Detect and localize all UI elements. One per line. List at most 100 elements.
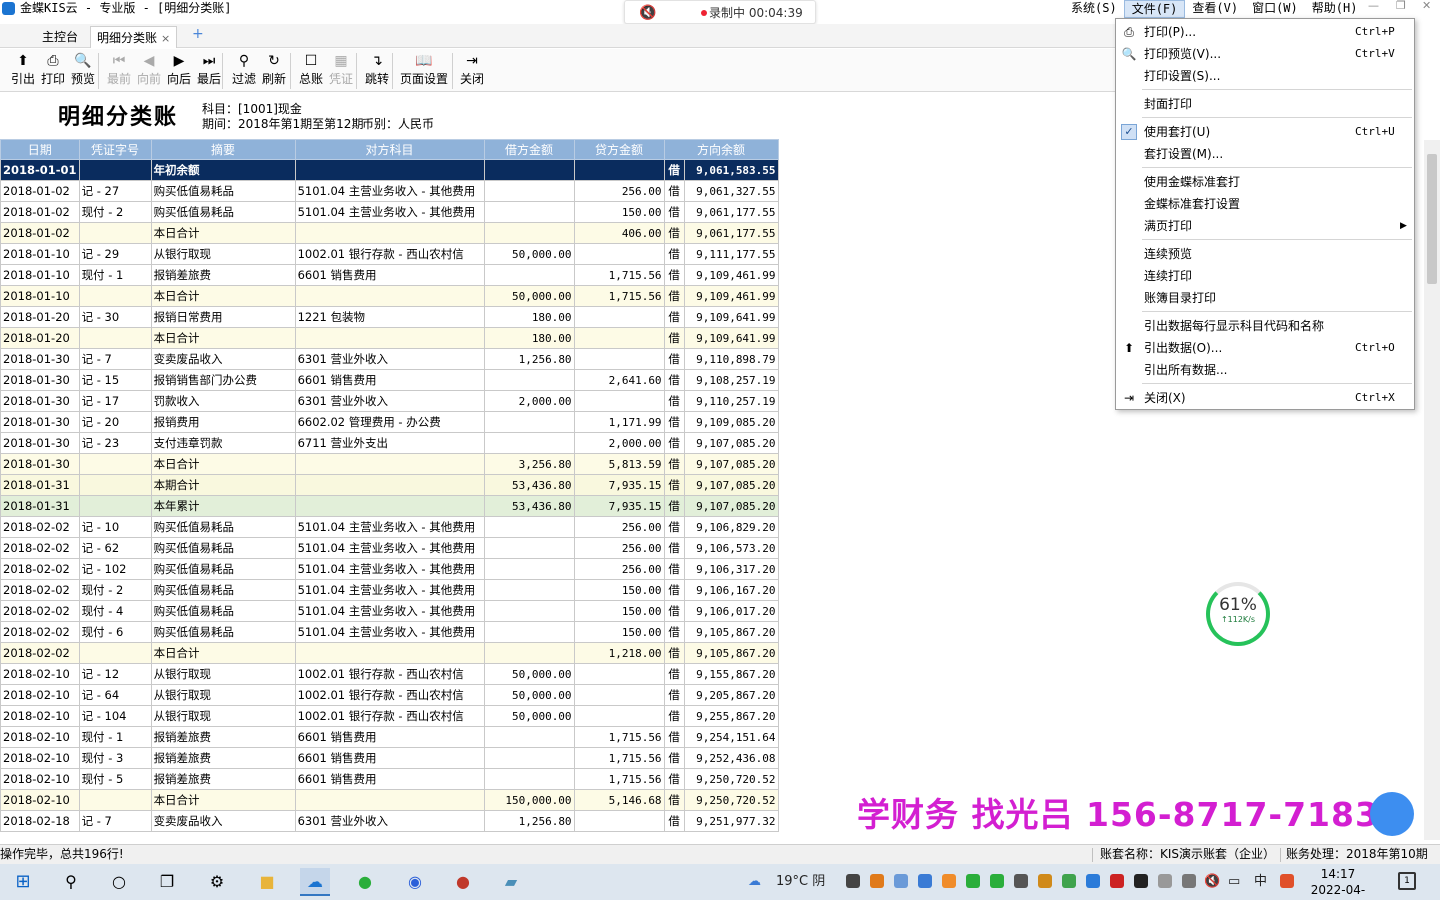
browser-icon[interactable]: ◉ xyxy=(400,868,430,896)
file-menu-item[interactable]: 连续打印 xyxy=(1117,265,1413,287)
file-menu-item[interactable]: ✓ 使用套打(U) Ctrl+U xyxy=(1117,121,1413,143)
file-menu-item[interactable]: 封面打印 xyxy=(1117,93,1413,115)
sogou-ime-icon[interactable] xyxy=(1280,874,1294,888)
menu-help[interactable]: 帮助(H) xyxy=(1305,0,1365,18)
column-header-debit[interactable]: 借方金额 xyxy=(483,139,575,160)
table-row[interactable]: 2018-01-10 本日合计 50,000.00 1,715.56 借 9,109,46… xyxy=(0,285,779,307)
table-row[interactable]: 2018-01-01 年初余额 借 9,061,583.55 xyxy=(0,159,779,181)
table-row[interactable]: 2018-01-30 记 - 7 变卖废品收入 6301 营业外收入 1,256.80 借… xyxy=(0,348,779,370)
column-header-date[interactable]: 日期 xyxy=(0,139,80,160)
kingdee-taskbar-icon[interactable]: ☁ xyxy=(300,868,330,896)
tray-wechat-icon[interactable] xyxy=(966,874,980,888)
column-header-credit[interactable]: 贷方金额 xyxy=(573,139,665,160)
toolbar-button-prev[interactable]: ◀ 向前 xyxy=(134,49,164,92)
toolbar-button-general-ledger[interactable]: ☐ 总账 xyxy=(296,49,326,92)
table-row[interactable]: 2018-01-20 记 - 30 报销日常费用 1221 包装物 180.00 借 9,1… xyxy=(0,306,779,328)
microphone-icon[interactable] xyxy=(846,874,860,888)
table-row[interactable]: 2018-01-20 本日合计 180.00 借 9,109,641.99 xyxy=(0,327,779,349)
table-row[interactable]: 2018-02-10 现付 - 3 报销差旅费 6601 销售费用 1,715.56 借 9… xyxy=(0,747,779,769)
tab-detail-ledger[interactable]: 明细分类账 × xyxy=(90,26,178,48)
table-row[interactable]: 2018-02-18 记 - 7 变卖废品收入 6301 营业外收入 1,256.80 借… xyxy=(0,810,779,832)
network-icon[interactable]: ▭ xyxy=(1228,873,1240,891)
table-row[interactable]: 2018-01-30 记 - 23 支付违章罚款 6711 营业外支出 2,000.00… xyxy=(0,432,779,454)
tray-app-icon[interactable] xyxy=(1110,874,1124,888)
cortana-icon[interactable]: ○ xyxy=(104,868,134,896)
table-row[interactable]: 2018-02-02 记 - 62 购买低值易耗品 5101.04 主营业务收入 - … xyxy=(0,537,779,559)
table-row[interactable]: 2018-02-10 记 - 64 从银行取现 1002.01 银行存款 - 西山农村… xyxy=(0,684,779,706)
table-row[interactable]: 2018-01-10 记 - 29 从银行取现 1002.01 银行存款 - 西山农村… xyxy=(0,243,779,265)
toolbar-button-refresh[interactable]: ↻ 刷新 xyxy=(259,49,289,92)
table-row[interactable]: 2018-02-02 记 - 10 购买低值易耗品 5101.04 主营业务收入 - … xyxy=(0,516,779,538)
tray-app-icon[interactable] xyxy=(1158,874,1172,888)
table-row[interactable]: 2018-01-30 记 - 20 报销费用 6602.02 管理费用 - 办公费 1,… xyxy=(0,411,779,433)
table-row[interactable]: 2018-02-10 记 - 104 从银行取现 1002.01 银行存款 - 西山农… xyxy=(0,705,779,727)
ime-indicator[interactable]: 中 xyxy=(1254,873,1267,891)
file-menu-item[interactable]: ⇥ 关闭(X) Ctrl+X xyxy=(1117,387,1413,409)
toolbar-button-page-setup[interactable]: 📖 页面设置 xyxy=(398,49,450,92)
toolbar-button-print[interactable]: ⎙ 打印 xyxy=(38,49,68,92)
table-row[interactable]: 2018-02-02 记 - 102 购买低值易耗品 5101.04 主营业务收入 -… xyxy=(0,558,779,580)
table-row[interactable]: 2018-02-02 现付 - 2 购买低值易耗品 5101.04 主营业务收入 - … xyxy=(0,579,779,601)
file-menu-item[interactable]: ⬆ 引出数据(O)... Ctrl+O xyxy=(1117,337,1413,359)
table-row[interactable]: 2018-01-30 本日合计 3,256.80 5,813.59 借 9,107,085… xyxy=(0,453,779,475)
toolbar-button-close-door[interactable]: ⇥ 关闭 xyxy=(457,49,487,92)
restore-icon[interactable]: ❐ xyxy=(1396,0,1406,14)
table-row[interactable]: 2018-02-10 本日合计 150,000.00 5,146.68 借 9,250,7… xyxy=(0,789,779,811)
floating-assistant-icon[interactable] xyxy=(1370,792,1414,836)
wechat-icon[interactable]: ● xyxy=(350,868,380,896)
table-row[interactable]: 2018-02-02 现付 - 4 购买低值易耗品 5101.04 主营业务收入 - … xyxy=(0,600,779,622)
table-row[interactable]: 2018-01-30 记 - 17 罚款收入 6301 营业外收入 2,000.00 借 9… xyxy=(0,390,779,412)
tab-close-icon[interactable]: × xyxy=(161,32,170,45)
table-row[interactable]: 2018-01-02 本日合计 406.00 借 9,061,177.55 xyxy=(0,222,779,244)
menu-view[interactable]: 查看(V) xyxy=(1185,0,1245,18)
tray-app-icon[interactable] xyxy=(942,874,956,888)
tray-app-icon[interactable] xyxy=(918,874,932,888)
toolbar-button-jump[interactable]: ↴ 跳转 xyxy=(362,49,392,92)
file-menu-item[interactable]: 打印设置(S)... xyxy=(1117,65,1413,87)
table-row[interactable]: 2018-01-10 现付 - 1 报销差旅费 6601 销售费用 1,715.56 借 9… xyxy=(0,264,779,286)
weather-text[interactable]: 19°C 阴 xyxy=(776,873,825,891)
toolbar-button-last[interactable]: ⏭ 最后 xyxy=(194,49,224,92)
notes-app-icon[interactable]: ▰ xyxy=(496,868,526,896)
file-menu-item[interactable]: 使用金蝶标准套打 xyxy=(1117,171,1413,193)
recorder-app-icon[interactable]: ● xyxy=(448,868,478,896)
tray-app-icon[interactable] xyxy=(870,874,884,888)
notification-icon[interactable]: 1 xyxy=(1398,872,1416,890)
taskbar-clock[interactable]: 14:17 2022-04-21 xyxy=(1308,866,1368,900)
windows-start-icon[interactable]: ⊞ xyxy=(8,868,38,896)
network-speed-widget[interactable]: 61% ↑112K/s xyxy=(1206,582,1270,646)
tray-app-icon[interactable] xyxy=(1086,874,1100,888)
tab-main-console[interactable]: 主控台 xyxy=(36,26,84,48)
search-icon[interactable]: ⚲ xyxy=(56,868,86,896)
file-menu-item[interactable]: 引出数据每行显示科目代码和名称 xyxy=(1117,315,1413,337)
table-row[interactable]: 2018-01-31 本年累计 53,436.80 7,935.15 借 9,107,08… xyxy=(0,495,779,517)
scrollbar-thumb[interactable] xyxy=(1427,154,1437,284)
table-row[interactable]: 2018-02-10 记 - 12 从银行取现 1002.01 银行存款 - 西山农村… xyxy=(0,663,779,685)
column-header-balance[interactable]: 方向余额 xyxy=(663,139,779,160)
speaker-muted-icon[interactable]: 🔇 xyxy=(639,5,659,21)
menu-window[interactable]: 窗口(W) xyxy=(1245,0,1305,18)
file-explorer-icon[interactable]: ■ xyxy=(252,868,282,896)
column-header-counter-account[interactable]: 对方科目 xyxy=(294,139,485,160)
file-menu-item[interactable]: 引出所有数据... xyxy=(1117,359,1413,381)
column-header-voucher[interactable]: 凭证字号 xyxy=(78,139,152,160)
add-tab-icon[interactable]: + xyxy=(192,26,204,42)
table-row[interactable]: 2018-02-02 现付 - 6 购买低值易耗品 5101.04 主营业务收入 - … xyxy=(0,621,779,643)
file-menu-item[interactable]: 套打设置(M)... xyxy=(1117,143,1413,165)
tray-app-icon[interactable] xyxy=(1182,874,1196,888)
file-menu-item[interactable]: 金蝶标准套打设置 xyxy=(1117,193,1413,215)
table-row[interactable]: 2018-01-02 现付 - 2 购买低值易耗品 5101.04 主营业务收入 - … xyxy=(0,201,779,223)
table-row[interactable]: 2018-02-10 现付 - 5 报销差旅费 6601 销售费用 1,715.56 借 9… xyxy=(0,768,779,790)
tray-app-icon[interactable] xyxy=(1062,874,1076,888)
file-menu-item[interactable]: 满页打印 ▶ xyxy=(1117,215,1413,237)
volume-muted-icon[interactable]: 🔇 xyxy=(1204,873,1220,891)
table-row[interactable]: 2018-01-31 本期合计 53,436.80 7,935.15 借 9,107,08… xyxy=(0,474,779,496)
menu-file[interactable]: 文件(F) xyxy=(1123,0,1186,18)
file-menu-item[interactable]: 🔍 打印预览(V)... Ctrl+V xyxy=(1117,43,1413,65)
tray-qq-icon[interactable] xyxy=(1134,874,1148,888)
toolbar-button-export[interactable]: ⬆ 引出 xyxy=(8,49,38,92)
tray-wechat-icon[interactable] xyxy=(990,874,1004,888)
table-row[interactable]: 2018-02-10 现付 - 1 报销差旅费 6601 销售费用 1,715.56 借 9… xyxy=(0,726,779,748)
toolbar-button-voucher[interactable]: ▦ 凭证 xyxy=(326,49,356,92)
toolbar-button-filter[interactable]: ⚲ 过滤 xyxy=(229,49,259,92)
